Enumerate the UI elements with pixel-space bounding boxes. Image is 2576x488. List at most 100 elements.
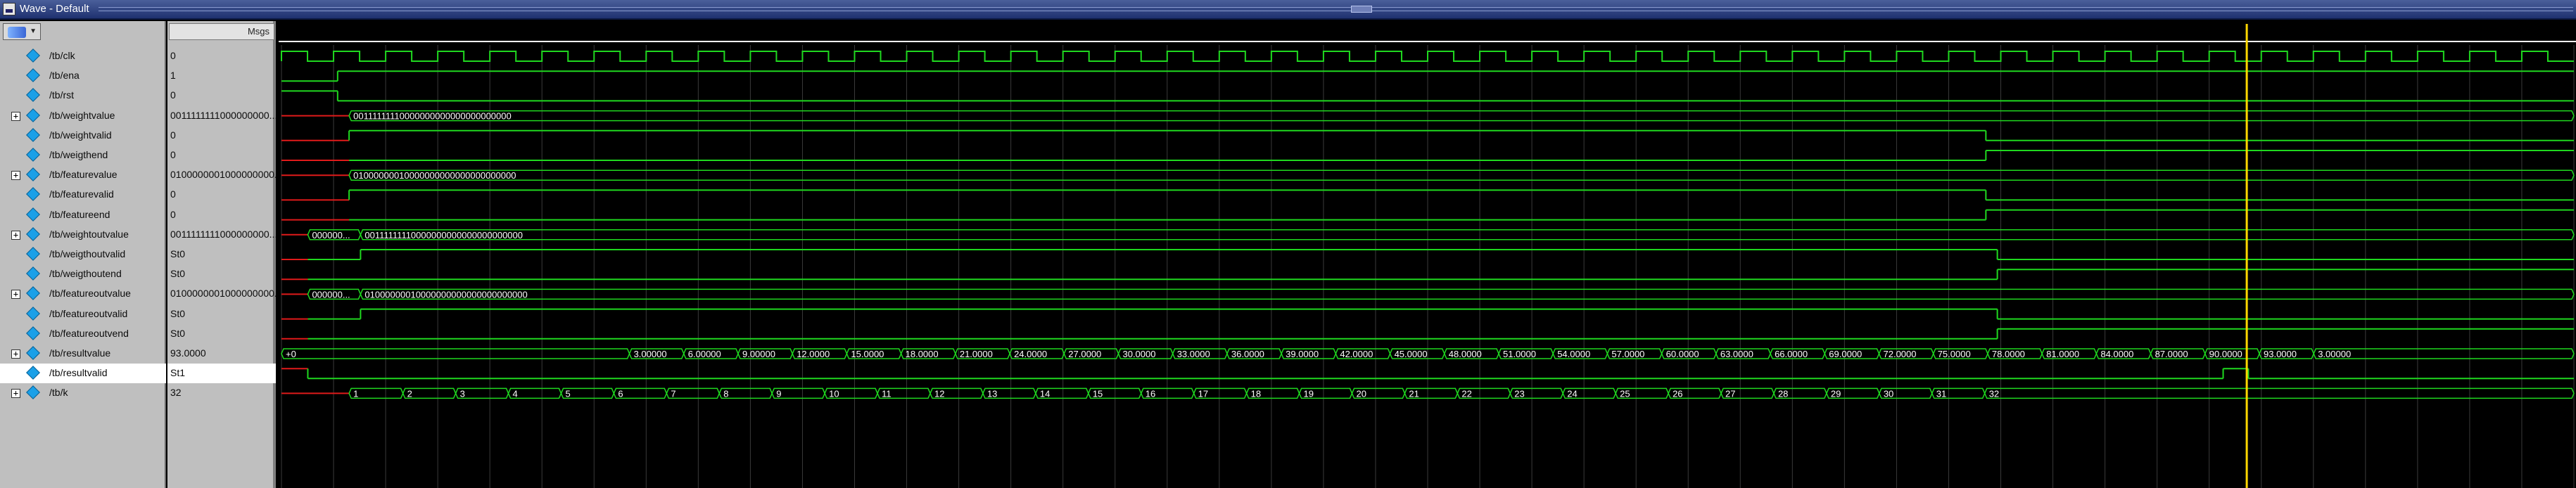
signal-row[interactable]: /tb/weigthoutend St0: [0, 264, 276, 284]
signal-diamond-icon: [26, 148, 40, 162]
window-titlebar[interactable]: Wave - Default: [0, 0, 2576, 20]
signal-value-cell[interactable]: 0: [167, 205, 276, 225]
signal-value-cell[interactable]: 32: [167, 383, 276, 403]
bus-value-label: 6.00000: [688, 349, 721, 359]
signal-name-cell[interactable]: /tb/weigthend: [0, 146, 166, 165]
signal-value-cell[interactable]: St1: [167, 364, 276, 384]
bus-value-label: 25: [1620, 388, 1630, 399]
signal-name: /tb/weigthend: [49, 149, 108, 160]
expand-bus-icon[interactable]: +: [11, 230, 20, 240]
signal-name-cell[interactable]: /tb/weigthoutend: [0, 264, 166, 284]
waveform-canvas[interactable]: 00111111110000000000000000000000 01000000…: [279, 21, 2576, 488]
bus-value-label: 24: [1567, 388, 1577, 399]
bus-value-label: 63.0000: [1720, 349, 1753, 359]
signal-value-cell[interactable]: 1: [167, 66, 276, 86]
signal-row[interactable]: + /tb/resultvalue 93.0000: [0, 344, 276, 364]
signal-name: /tb/ena: [49, 70, 80, 82]
signal-row[interactable]: /tb/weigthoutvalid St0: [0, 245, 276, 264]
signal-value-cell[interactable]: 0: [167, 185, 276, 205]
signal-value: St0: [170, 307, 186, 319]
bus-value-label: 21.0000: [960, 349, 993, 359]
titlebar-drag-handle[interactable]: [1351, 6, 1372, 13]
signal-row[interactable]: /tb/weigthend 0: [0, 146, 276, 165]
signal-name-cell[interactable]: + /tb/k: [0, 383, 166, 403]
bus-value-label: 3: [460, 388, 465, 399]
expand-bus-icon[interactable]: +: [11, 171, 20, 181]
signal-name-cell[interactable]: + /tb/weightoutvalue: [0, 225, 166, 245]
signal-value: 0: [170, 208, 176, 220]
expand-bus-icon[interactable]: +: [11, 389, 20, 399]
signal-value-cell[interactable]: 0100000001000000000...: [167, 165, 276, 185]
signal-row[interactable]: /tb/featurevalid 0: [0, 185, 276, 205]
signal-name-cell[interactable]: + /tb/featureoutvalue: [0, 284, 166, 304]
bus-value-label: 3.00000: [634, 349, 667, 359]
signal-diamond-icon: [26, 207, 40, 221]
signal-row[interactable]: /tb/ena 1: [0, 66, 276, 86]
signal-value-cell[interactable]: 0011111111000000000...: [167, 106, 276, 126]
signal-name: /tb/k: [49, 387, 68, 399]
signal-name-cell[interactable]: + /tb/featurevalue: [0, 165, 166, 185]
signal-diamond-icon: [26, 88, 40, 103]
waveform-pane[interactable]: 00111111110000000000000000000000 01000000…: [279, 21, 2576, 488]
signal-name: /tb/rst: [49, 89, 75, 101]
signal-name-cell[interactable]: + /tb/weightvalue: [0, 106, 166, 126]
signal-row[interactable]: + /tb/weightoutvalue 0011111111000000000..…: [0, 225, 276, 245]
expand-bus-icon[interactable]: +: [11, 290, 20, 300]
bus-value-label: 000000...: [312, 289, 350, 300]
signal-name-cell[interactable]: /tb/clk: [0, 46, 166, 66]
signal-value-cell[interactable]: 0: [167, 46, 276, 66]
signal-name-cell[interactable]: /tb/weigthoutvalid: [0, 245, 166, 264]
signal-row[interactable]: /tb/featureend 0: [0, 205, 276, 225]
signal-row[interactable]: + /tb/k 32: [0, 383, 276, 403]
bus-value-label: 6: [618, 388, 623, 399]
signal-value-cell[interactable]: St0: [167, 245, 276, 264]
signal-row[interactable]: /tb/featureoutvend St0: [0, 324, 276, 344]
clock-trace: [281, 51, 2574, 62]
signal-row[interactable]: + /tb/featureoutvalue 0100000001000000000.…: [0, 284, 276, 304]
bus-value-label: 60.0000: [1666, 349, 1699, 359]
signal-value-cell[interactable]: 0100000001000000000...: [167, 284, 276, 304]
signal-value-cell[interactable]: St0: [167, 324, 276, 344]
bus-value-label: 87.0000: [2155, 349, 2188, 359]
expand-bus-icon[interactable]: +: [11, 111, 20, 121]
titlebar-grip: [99, 7, 2573, 11]
signal-name-cell[interactable]: /tb/featureoutvend: [0, 324, 166, 344]
signal-name-cell[interactable]: /tb/rst: [0, 86, 166, 105]
signal-value-cell[interactable]: 0: [167, 126, 276, 146]
signal-name-cell[interactable]: /tb/ena: [0, 66, 166, 86]
bus-value-label: 69.0000: [1829, 349, 1862, 359]
signal-value-cell[interactable]: 0: [167, 146, 276, 165]
signal-value-cell[interactable]: 93.0000: [167, 344, 276, 364]
signal-value-cell[interactable]: 0: [167, 86, 276, 105]
bus-value-label: 12.0000: [797, 349, 830, 359]
signal-row[interactable]: /tb/rst 0: [0, 86, 276, 105]
signal-name-cell[interactable]: /tb/featureoutvalid: [0, 304, 166, 324]
bus-value-label: 42.0000: [1340, 349, 1373, 359]
signal-name-cell[interactable]: + /tb/resultvalue: [0, 344, 166, 364]
signal-value: St0: [170, 268, 186, 280]
bus-value-label: 2: [407, 388, 412, 399]
signal-row[interactable]: + /tb/featurevalue 0100000001000000000...: [0, 165, 276, 185]
signal-name-cell[interactable]: /tb/resultvalid: [0, 364, 166, 384]
window-menu-icon[interactable]: [3, 3, 15, 15]
signal-value: 93.0000: [170, 347, 206, 359]
bus-value-label: 01000000010000000000000000000000: [353, 170, 516, 181]
signal-name-cell[interactable]: /tb/featurevalid: [0, 185, 166, 205]
signal-row[interactable]: /tb/weightvalid 0: [0, 126, 276, 146]
signal-value-cell[interactable]: St0: [167, 304, 276, 324]
bus-segment: [1984, 387, 2575, 399]
signal-value-cell[interactable]: St0: [167, 264, 276, 284]
signal-row[interactable]: /tb/clk 0: [0, 46, 276, 66]
signal-value-cell[interactable]: 0011111111000000000...: [167, 225, 276, 245]
signal-row[interactable]: /tb/resultvalid St1: [0, 364, 276, 384]
value-column-header: Msgs: [169, 23, 274, 40]
signal-row[interactable]: /tb/featureoutvalid St0: [0, 304, 276, 324]
wave-tool-button[interactable]: ▼: [3, 23, 41, 40]
signal-name-cell[interactable]: /tb/featureend: [0, 205, 166, 225]
signal-name-cell[interactable]: /tb/weightvalid: [0, 126, 166, 146]
bus-value-label: 57.0000: [1611, 349, 1644, 359]
signal-name: /tb/featureoutvend: [49, 327, 129, 339]
expand-bus-icon[interactable]: +: [11, 349, 20, 359]
bus-value-label: 66.0000: [1775, 349, 1808, 359]
signal-row[interactable]: + /tb/weightvalue 0011111111000000000...: [0, 106, 276, 126]
